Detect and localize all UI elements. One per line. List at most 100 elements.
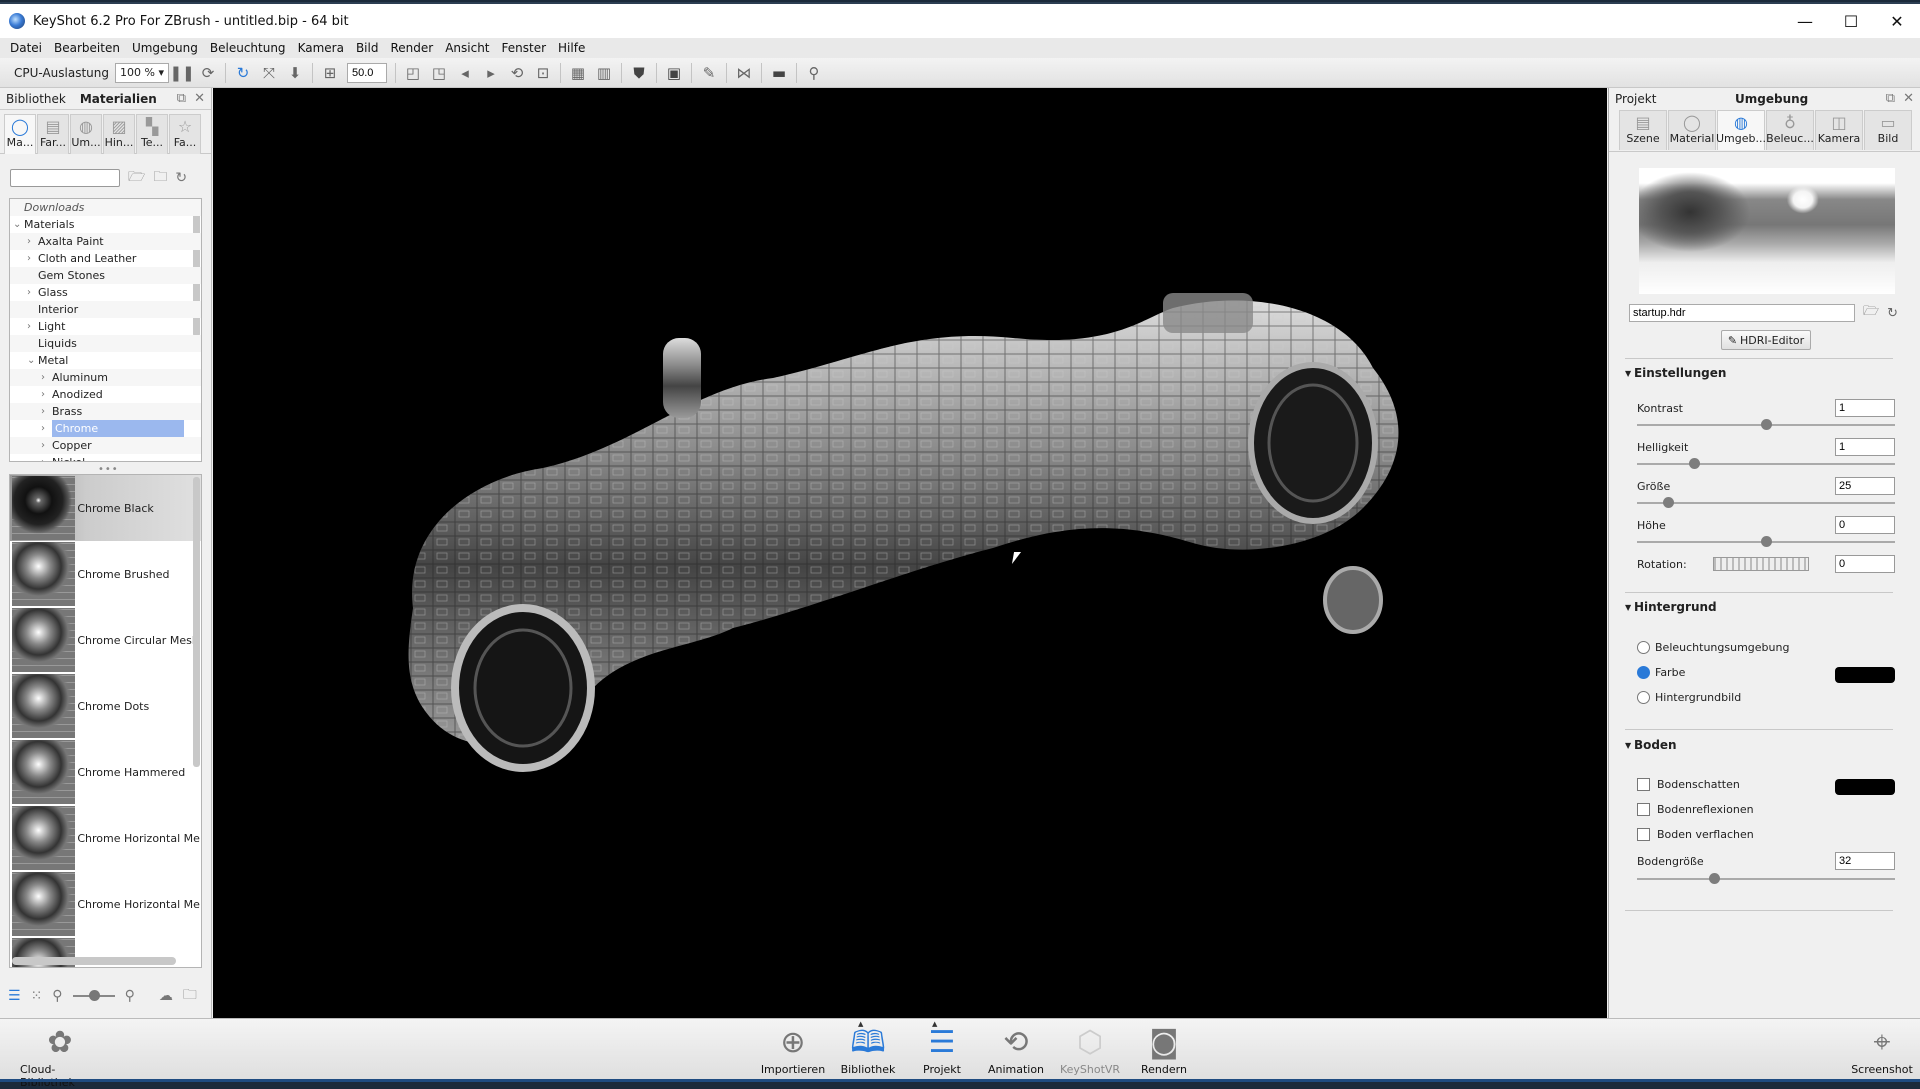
paint-icon[interactable]: ✎ (696, 61, 722, 85)
project-tab-umgeb[interactable]: ◍ Umgeb... (1716, 110, 1766, 150)
grid-view-icon[interactable]: ⁙ (31, 988, 43, 1004)
studio-prev-icon[interactable]: ▥ (591, 61, 617, 85)
tree-item[interactable]: Interior (10, 301, 201, 318)
height-slider[interactable] (1637, 536, 1895, 547)
chevron-right-icon[interactable]: › (41, 369, 45, 386)
menu-fenster[interactable]: Fenster (496, 41, 553, 55)
tree-item[interactable]: › Aluminum (10, 369, 201, 386)
prev-icon[interactable]: ◂ (452, 61, 478, 85)
importieren-button[interactable]: ⊕ Importieren (753, 1023, 833, 1076)
radio-hintergrundbild[interactable] (1637, 691, 1650, 704)
menu-ansicht[interactable]: Ansicht (439, 41, 495, 55)
chevron-right-icon[interactable]: › (41, 420, 45, 437)
animation-button[interactable]: ⟲ Animation (976, 1023, 1056, 1076)
height-input[interactable] (1835, 516, 1895, 534)
chevron-right-icon[interactable]: › (41, 403, 45, 420)
size-slider[interactable] (1637, 497, 1895, 508)
shield-icon[interactable]: ⛊ (626, 61, 652, 85)
material-item[interactable]: Chrome Brushed (10, 541, 201, 607)
chevron-right-icon[interactable]: › (27, 318, 31, 335)
tab-materialien[interactable]: Materialien (80, 92, 157, 106)
tree-item[interactable]: › Cloth and Leather (10, 250, 201, 267)
pause-icon[interactable]: ❚❚ (169, 61, 195, 85)
tab-bibliothek[interactable]: Bibliothek (6, 92, 66, 106)
tree-item[interactable]: › Chrome (10, 420, 201, 437)
menu-datei[interactable]: Datei (4, 41, 48, 55)
chevron-right-icon[interactable]: › (41, 437, 45, 454)
list-view-icon[interactable]: ☰ (8, 988, 21, 1004)
rotation-wheel[interactable] (1713, 557, 1809, 571)
brightness-input[interactable] (1835, 438, 1895, 456)
upload-cloud-icon[interactable]: ☁ (159, 988, 173, 1004)
section-einstellungen[interactable]: Einstellungen (1625, 366, 1726, 380)
zoom-out-icon[interactable]: ⚲ (52, 988, 62, 1004)
category-tab-4[interactable]: ▚ Te... (136, 114, 168, 154)
close-panel-icon[interactable]: ✕ (1903, 91, 1914, 106)
slider-knob[interactable] (1662, 497, 1674, 508)
hdri-editor-button[interactable]: ✎ HDRI-Editor (1721, 330, 1811, 350)
cpu-usage-select[interactable]: 100 % ▾ (115, 62, 170, 83)
library-search-input[interactable] (10, 169, 120, 187)
section-hintergrund[interactable]: Hintergrund (1625, 600, 1717, 614)
material-item[interactable]: Chrome Black (10, 475, 201, 541)
import-folder-icon[interactable]: 🗀 (153, 166, 167, 190)
add-folder-icon[interactable]: 🗁 (128, 166, 145, 190)
ground-size-slider[interactable] (1637, 873, 1895, 884)
slider-knob[interactable] (1688, 458, 1700, 469)
pose-icon[interactable]: ⚲ (801, 61, 827, 85)
hdri-preview[interactable] (1639, 168, 1895, 294)
material-item[interactable]: Chrome Hammered (10, 739, 201, 805)
minimize-button[interactable]: — (1782, 4, 1828, 38)
menu-beleuchtung[interactable]: Beleuchtung (204, 41, 292, 55)
render-viewport[interactable] (213, 88, 1607, 1018)
fit-icon[interactable]: ⤧ (256, 61, 282, 85)
maximize-button[interactable]: ☐ (1828, 4, 1874, 38)
contrast-slider[interactable] (1637, 419, 1895, 430)
tree-item[interactable]: › Axalta Paint (10, 233, 201, 250)
background-color-swatch[interactable] (1835, 667, 1895, 683)
screenshot-button[interactable]: ⌖ Screenshot (1842, 1023, 1920, 1076)
chevron-right-icon[interactable]: › (41, 386, 45, 403)
ground-shadow-color-swatch[interactable] (1835, 779, 1895, 795)
tree-item[interactable]: ⌄ Metal (10, 352, 201, 369)
menu-hilfe[interactable]: Hilfe (552, 41, 591, 55)
next-icon[interactable]: ▸ (478, 61, 504, 85)
tree-item[interactable]: Liquids (10, 335, 201, 352)
radio-farbe[interactable] (1637, 666, 1650, 679)
rendern-button[interactable]: ◙ Rendern (1124, 1023, 1204, 1076)
project-tab-beleuc[interactable]: ♁ Beleuc... (1766, 110, 1814, 150)
brightness-slider[interactable] (1637, 458, 1895, 469)
size-input[interactable] (1835, 477, 1895, 495)
tree-item[interactable]: › Glass (10, 284, 201, 301)
fov-input[interactable] (347, 62, 388, 83)
ground-shadow-checkbox[interactable] (1637, 778, 1650, 791)
chevron-right-icon[interactable]: › (27, 284, 31, 301)
material-item[interactable]: Chrome Horizontal Me (10, 871, 201, 937)
close-button[interactable]: ✕ (1874, 4, 1920, 38)
menu-kamera[interactable]: Kamera (292, 41, 350, 55)
slider-knob[interactable] (1761, 536, 1772, 547)
project-tab-material[interactable]: ◯ Material (1668, 110, 1716, 150)
chevron-right-icon[interactable]: › (41, 454, 45, 461)
menu-umgebung[interactable]: Umgebung (126, 41, 204, 55)
close-panel-icon[interactable]: ✕ (194, 91, 205, 106)
category-tab-0[interactable]: ◯ Ma... (4, 114, 36, 154)
ground-reflections-checkbox[interactable] (1637, 803, 1650, 816)
tree-item[interactable]: › Light (10, 318, 201, 335)
chevron-right-icon[interactable]: › (27, 233, 31, 250)
rotation-input[interactable] (1835, 555, 1895, 573)
material-list-scrollbar[interactable] (193, 477, 200, 767)
project-tab-szene[interactable]: ▤ Szene (1619, 110, 1667, 150)
chevron-down-icon[interactable]: ⌄ (27, 352, 35, 369)
tree-item[interactable]: Downloads (10, 199, 201, 216)
category-tab-1[interactable]: ▤ Far... (37, 114, 69, 154)
thumbnail-size-slider[interactable] (72, 990, 115, 1001)
bibliothek-button[interactable]: ▲ 🕮 Bibliothek (828, 1020, 908, 1076)
projekt-button[interactable]: ▲ ☰ Projekt (902, 1020, 982, 1076)
geometry-icon[interactable]: ⋈ (731, 61, 757, 85)
region-icon[interactable]: ⊞ (317, 61, 343, 85)
open-folder-icon[interactable]: 🗁 (1863, 302, 1879, 324)
material-list-hscrollbar[interactable] (12, 957, 176, 965)
presentation-icon[interactable]: ▣ (661, 61, 687, 85)
refresh-icon[interactable]: ↻ (230, 61, 256, 85)
